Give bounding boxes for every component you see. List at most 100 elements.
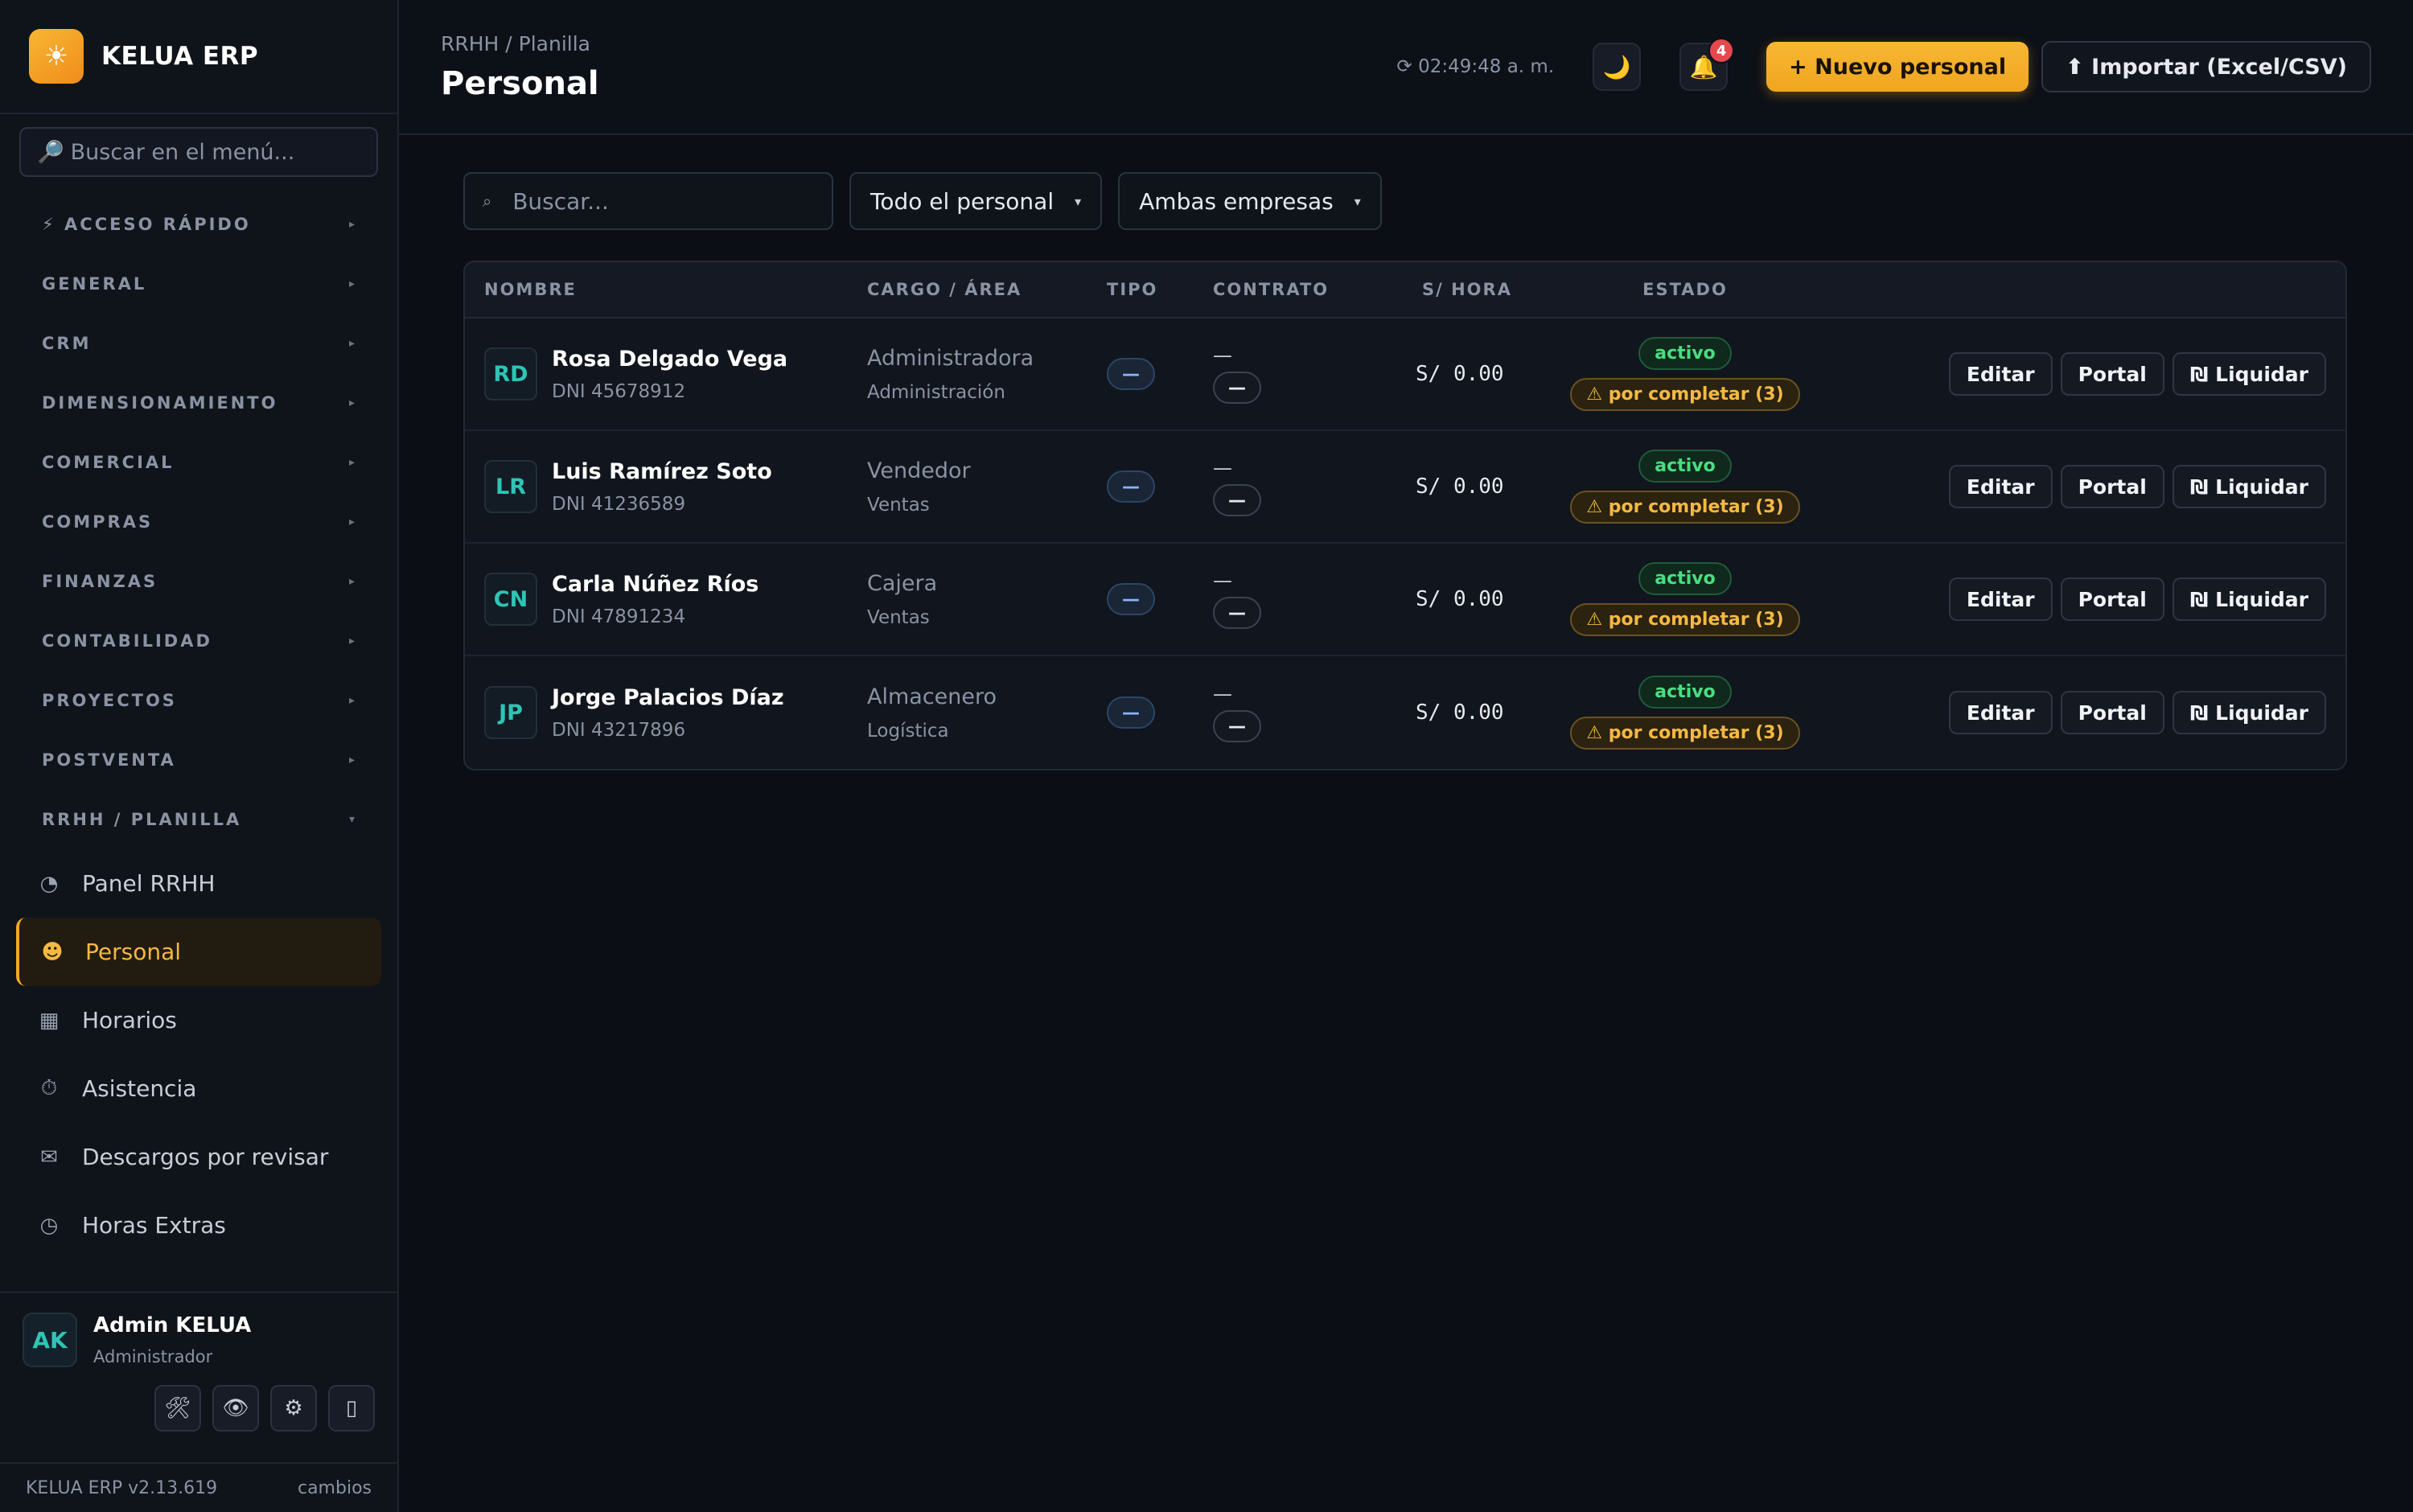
menu-search[interactable]: 🔎: [19, 127, 378, 177]
chevron-right-icon: ▸: [348, 337, 357, 350]
contrato-cell: — —: [1213, 683, 1416, 742]
edit-button[interactable]: Editar: [1948, 352, 2053, 396]
notifications-button[interactable]: 🔔 4: [1679, 38, 1735, 91]
moon-icon[interactable]: 🌙: [1593, 43, 1642, 91]
brand-name: KELUA ERP: [101, 42, 259, 71]
chevron-right-icon: ▸: [348, 277, 357, 290]
section-postventa[interactable]: POSTVENTA ▸: [0, 730, 397, 790]
liquidate-button[interactable]: ₪ Liquidar: [2172, 465, 2326, 508]
eye-icon[interactable]: 👁: [212, 1385, 259, 1432]
search-icon: ⌕: [483, 191, 492, 211]
menu-search-input[interactable]: [70, 139, 360, 165]
edit-button[interactable]: Editar: [1948, 465, 2053, 508]
section-rrhh-planilla[interactable]: RRHH / PLANILLA ▾: [0, 790, 397, 849]
breadcrumb[interactable]: RRHH / Planilla: [441, 32, 599, 55]
portal-button[interactable]: Portal: [2060, 577, 2164, 621]
section-compras[interactable]: COMPRAS ▸: [0, 492, 397, 552]
gear-icon[interactable]: ⚙: [270, 1385, 317, 1432]
table-row[interactable]: CN Carla Núñez Ríos DNI 47891234 Cajera …: [465, 544, 2345, 656]
employee-name: Carla Núñez Ríos: [552, 571, 759, 597]
stopwatch-icon: ⏱: [40, 1076, 58, 1100]
edit-button[interactable]: Editar: [1948, 577, 2053, 621]
sidebar-item-asistencia[interactable]: ⏱ Asistencia: [16, 1054, 381, 1123]
table-row[interactable]: LR Luis Ramírez Soto DNI 41236589 Vended…: [465, 431, 2345, 544]
area-label: Ventas: [867, 606, 930, 628]
sidebar-item-label: Personal: [85, 939, 182, 965]
filters-bar: ⌕ Todo el personal ▾ Ambas empresas ▾: [463, 172, 2349, 230]
contrato-value: —: [1213, 569, 1232, 592]
tipo-cell: —: [1107, 470, 1213, 503]
warning-badge: ⚠ por completar (3): [1570, 378, 1800, 411]
row-actions: Editar Portal ₪ Liquidar: [1802, 352, 2345, 396]
section-label: COMERCIAL: [42, 453, 175, 472]
employee-dni: DNI 45678912: [552, 380, 686, 402]
topbar-actions: ⟳ 02:49:48 a. m. 🌙 🔔 4 + Nuevo personal …: [1396, 38, 2371, 92]
user-name: Admin KELUA: [93, 1313, 252, 1337]
col-hora[interactable]: S/ HORA: [1416, 280, 1568, 299]
version-label: KELUA ERP v2.13.619: [26, 1477, 218, 1498]
col-tipo[interactable]: TIPO: [1107, 280, 1213, 299]
estado-cell: activo ⚠ por completar (3): [1568, 562, 1802, 636]
estado-cell: activo ⚠ por completar (3): [1568, 676, 1802, 750]
status-badge: activo: [1638, 337, 1732, 370]
user-row[interactable]: AK Admin KELUA Administrador: [23, 1313, 375, 1367]
liquidate-button[interactable]: ₪ Liquidar: [2172, 352, 2326, 396]
sidebar-item-label: Horas Extras: [82, 1212, 226, 1239]
liquidate-button[interactable]: ₪ Liquidar: [2172, 691, 2326, 734]
portal-button[interactable]: Portal: [2060, 691, 2164, 734]
tools-icon[interactable]: 🛠: [154, 1385, 201, 1432]
hourly-rate: S/ 0.00: [1416, 475, 1504, 499]
brand[interactable]: ☀ KELUA ERP: [0, 0, 397, 114]
section-general[interactable]: GENERAL ▸: [0, 254, 397, 314]
portal-button[interactable]: Portal: [2060, 465, 2164, 508]
status-badge: activo: [1638, 450, 1732, 483]
company-filter-select[interactable]: Ambas empresas ▾: [1118, 172, 1382, 230]
table-row[interactable]: RD Rosa Delgado Vega DNI 45678912 Admini…: [465, 318, 2345, 431]
page-title: Personal: [441, 64, 599, 102]
cargo-label: Almacenero: [867, 684, 997, 709]
tipo-cell: —: [1107, 696, 1213, 729]
search-box[interactable]: ⌕: [463, 172, 833, 230]
section-acceso-rapido[interactable]: ⚡ ACCESO RÁPIDO ▸: [0, 195, 397, 254]
portal-button[interactable]: Portal: [2060, 352, 2164, 396]
col-cargo[interactable]: CARGO / ÁREA: [867, 280, 1107, 299]
hora-cell: S/ 0.00: [1416, 701, 1568, 725]
section-contabilidad[interactable]: CONTABILIDAD ▸: [0, 611, 397, 671]
tipo-badge: —: [1107, 583, 1155, 615]
sidebar-item-panel-rrhh[interactable]: ◔ Panel RRHH: [16, 849, 381, 918]
logout-icon[interactable]: ▯: [328, 1385, 375, 1432]
new-personal-button[interactable]: + Nuevo personal: [1766, 42, 2029, 92]
contrato-cell: — —: [1213, 344, 1416, 404]
sidebar-item-horarios[interactable]: ▦ Horarios: [16, 986, 381, 1054]
section-dimensionamiento[interactable]: DIMENSIONAMIENTO ▸: [0, 373, 397, 433]
magnifier-icon: 🔎: [37, 140, 64, 165]
section-label: CONTABILIDAD: [42, 631, 212, 651]
liquidate-button[interactable]: ₪ Liquidar: [2172, 577, 2326, 621]
edit-button[interactable]: Editar: [1948, 691, 2053, 734]
clock-label: ⟳ 02:49:48 a. m.: [1396, 56, 1555, 77]
tipo-badge: —: [1107, 358, 1155, 390]
col-contrato[interactable]: CONTRATO: [1213, 280, 1416, 299]
avatar: AK: [23, 1313, 77, 1367]
chevron-right-icon: ▸: [348, 694, 357, 707]
col-estado[interactable]: ESTADO: [1568, 280, 1802, 299]
section-label: RRHH / PLANILLA: [42, 810, 242, 829]
sidebar-item-horas-extras[interactable]: ◷ Horas Extras: [16, 1191, 381, 1259]
table-row[interactable]: JP Jorge Palacios Díaz DNI 43217896 Alma…: [465, 656, 2345, 769]
section-proyectos[interactable]: PROYECTOS ▸: [0, 671, 397, 730]
sidebar-nav: ⚡ ACCESO RÁPIDO ▸ GENERAL ▸ CRM ▸ DIMENSION…: [0, 177, 397, 1292]
col-nombre[interactable]: NOMBRE: [465, 280, 867, 299]
section-crm[interactable]: CRM ▸: [0, 314, 397, 373]
sidebar-item-descargos[interactable]: ✉ Descargos por revisar: [16, 1123, 381, 1191]
sidebar-item-personal[interactable]: ☻ Personal: [16, 918, 381, 986]
section-comercial[interactable]: COMERCIAL ▸: [0, 433, 397, 492]
search-input[interactable]: [512, 187, 814, 215]
import-button[interactable]: ⬆ Importar (Excel/CSV): [2041, 41, 2371, 92]
staff-filter-select[interactable]: Todo el personal ▾: [849, 172, 1103, 230]
changes-link[interactable]: cambios: [298, 1478, 372, 1498]
user-tools: 🛠 👁 ⚙ ▯: [23, 1385, 375, 1432]
contrato-badge: —: [1213, 372, 1261, 404]
select-value: Todo el personal: [870, 187, 1054, 215]
section-finanzas[interactable]: FINANZAS ▸: [0, 552, 397, 611]
status-badge: activo: [1638, 676, 1732, 709]
